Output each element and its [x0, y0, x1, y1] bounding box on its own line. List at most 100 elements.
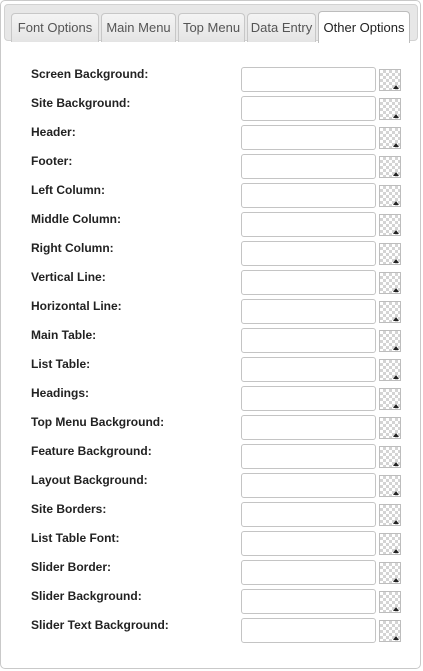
color-picker-icon[interactable]: [379, 156, 401, 178]
tab-main-menu[interactable]: Main Menu: [101, 13, 176, 42]
color-input-layout-background[interactable]: [241, 473, 376, 498]
dropdown-arrow-icon: [393, 201, 399, 205]
color-input-middle-column[interactable]: [241, 212, 376, 237]
option-row-header: Header:: [1, 119, 422, 150]
dropdown-arrow-icon: [393, 346, 399, 350]
color-input-feature-background[interactable]: [241, 444, 376, 469]
tab-font-options[interactable]: Font Options: [11, 13, 99, 42]
option-row-main-table: Main Table:: [1, 322, 422, 353]
dropdown-arrow-icon: [393, 636, 399, 640]
dropdown-arrow-icon: [393, 317, 399, 321]
color-input-top-menu-background[interactable]: [241, 415, 376, 440]
dropdown-arrow-icon: [393, 462, 399, 466]
color-input-slider-background[interactable]: [241, 589, 376, 614]
option-label-slider-text-background: Slider Text Background:: [31, 618, 169, 632]
color-input-footer[interactable]: [241, 154, 376, 179]
color-picker-icon[interactable]: [379, 98, 401, 120]
color-picker-icon[interactable]: [379, 185, 401, 207]
dropdown-arrow-icon: [393, 433, 399, 437]
option-label-footer: Footer:: [31, 154, 73, 168]
color-input-slider-text-background[interactable]: [241, 618, 376, 643]
dropdown-arrow-icon: [393, 143, 399, 147]
option-row-site-borders: Site Borders:: [1, 496, 422, 527]
dropdown-arrow-icon: [393, 578, 399, 582]
color-picker-icon[interactable]: [379, 417, 401, 439]
option-label-site-background: Site Background:: [31, 96, 131, 110]
tab-top-menu[interactable]: Top Menu: [178, 13, 245, 42]
dropdown-arrow-icon: [393, 404, 399, 408]
option-label-screen-background: Screen Background:: [31, 67, 149, 81]
option-row-horizontal-line: Horizontal Line:: [1, 293, 422, 324]
option-row-middle-column: Middle Column:: [1, 206, 422, 237]
dropdown-arrow-icon: [393, 520, 399, 524]
dropdown-arrow-icon: [393, 549, 399, 553]
color-picker-icon[interactable]: [379, 69, 401, 91]
option-label-layout-background: Layout Background:: [31, 473, 148, 487]
color-picker-icon[interactable]: [379, 620, 401, 642]
color-picker-icon[interactable]: [379, 504, 401, 526]
option-row-headings: Headings:: [1, 380, 422, 411]
color-input-header[interactable]: [241, 125, 376, 150]
option-row-left-column: Left Column:: [1, 177, 422, 208]
option-label-slider-border: Slider Border:: [31, 560, 112, 574]
option-row-feature-background: Feature Background:: [1, 438, 422, 469]
option-row-layout-background: Layout Background:: [1, 467, 422, 498]
option-row-list-table: List Table:: [1, 351, 422, 382]
color-input-site-borders[interactable]: [241, 502, 376, 527]
option-label-header: Header:: [31, 125, 76, 139]
color-picker-icon[interactable]: [379, 359, 401, 381]
dropdown-arrow-icon: [393, 607, 399, 611]
color-picker-icon[interactable]: [379, 301, 401, 323]
color-input-screen-background[interactable]: [241, 67, 376, 92]
dropdown-arrow-icon: [393, 491, 399, 495]
option-row-slider-background: Slider Background:: [1, 583, 422, 614]
option-row-top-menu-background: Top Menu Background:: [1, 409, 422, 440]
color-input-right-column[interactable]: [241, 241, 376, 266]
color-picker-icon[interactable]: [379, 388, 401, 410]
option-label-feature-background: Feature Background:: [31, 444, 152, 458]
option-row-vertical-line: Vertical Line:: [1, 264, 422, 295]
option-label-vertical-line: Vertical Line:: [31, 270, 106, 284]
option-row-slider-border: Slider Border:: [1, 554, 422, 585]
option-row-footer: Footer:: [1, 148, 422, 179]
dropdown-arrow-icon: [393, 230, 399, 234]
color-picker-icon[interactable]: [379, 533, 401, 555]
option-label-list-table: List Table:: [31, 357, 91, 371]
color-picker-icon[interactable]: [379, 330, 401, 352]
color-picker-icon[interactable]: [379, 272, 401, 294]
dropdown-arrow-icon: [393, 85, 399, 89]
option-label-list-table-font: List Table Font:: [31, 531, 120, 545]
options-panel: Font Options Main Menu Top Menu Data Ent…: [0, 0, 421, 669]
option-label-slider-background: Slider Background:: [31, 589, 142, 603]
color-input-left-column[interactable]: [241, 183, 376, 208]
color-input-slider-border[interactable]: [241, 560, 376, 585]
option-label-main-table: Main Table:: [31, 328, 97, 342]
dropdown-arrow-icon: [393, 259, 399, 263]
option-label-site-borders: Site Borders:: [31, 502, 107, 516]
color-input-site-background[interactable]: [241, 96, 376, 121]
color-input-list-table-font[interactable]: [241, 531, 376, 556]
option-row-right-column: Right Column:: [1, 235, 422, 266]
tab-other-options[interactable]: Other Options: [318, 11, 410, 43]
tab-data-entry[interactable]: Data Entry: [247, 13, 316, 42]
color-input-vertical-line[interactable]: [241, 270, 376, 295]
color-picker-icon[interactable]: [379, 475, 401, 497]
option-label-top-menu-background: Top Menu Background:: [31, 415, 165, 429]
color-input-main-table[interactable]: [241, 328, 376, 353]
option-label-left-column: Left Column:: [31, 183, 105, 197]
option-label-right-column: Right Column:: [31, 241, 114, 255]
dropdown-arrow-icon: [393, 288, 399, 292]
color-picker-icon[interactable]: [379, 591, 401, 613]
color-picker-icon[interactable]: [379, 127, 401, 149]
color-input-horizontal-line[interactable]: [241, 299, 376, 324]
color-picker-icon[interactable]: [379, 214, 401, 236]
color-picker-icon[interactable]: [379, 243, 401, 265]
color-input-headings[interactable]: [241, 386, 376, 411]
option-row-site-background: Site Background:: [1, 90, 422, 121]
color-picker-icon[interactable]: [379, 562, 401, 584]
color-input-list-table[interactable]: [241, 357, 376, 382]
color-options-form: Screen Background: Site Background: Header…: [1, 61, 422, 643]
color-picker-icon[interactable]: [379, 446, 401, 468]
dropdown-arrow-icon: [393, 172, 399, 176]
tab-bar: Font Options Main Menu Top Menu Data Ent…: [4, 4, 418, 43]
